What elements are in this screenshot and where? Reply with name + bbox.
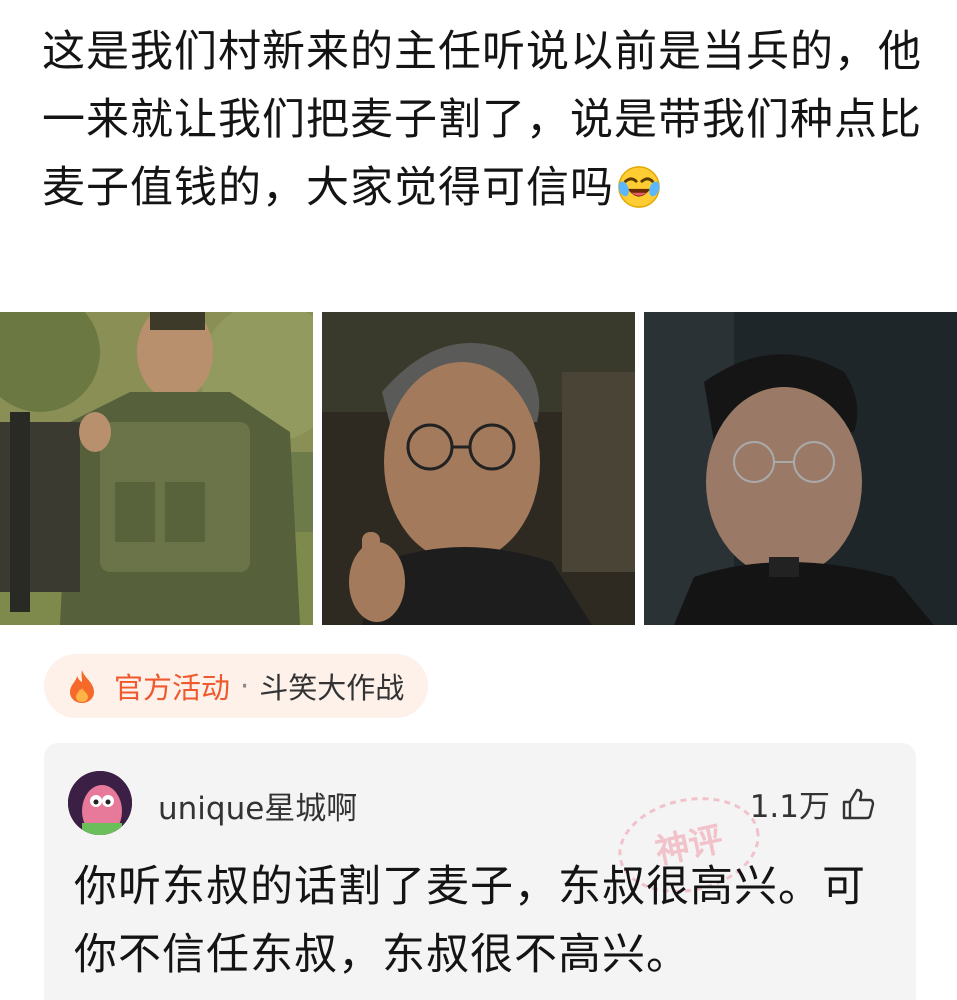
image-soldier[interactable] (0, 312, 313, 625)
laughing-emoji-icon (618, 166, 660, 208)
activity-label: 官方活动 (114, 671, 231, 705)
comment-username[interactable]: unique星城啊 (158, 783, 357, 828)
comment-text: 你听东叔的话割了麦子，东叔很高兴。可你不信任东叔，东叔很不高兴。 (74, 862, 866, 980)
image-man-pointing[interactable] (322, 312, 635, 625)
post-text: 这是我们村新来的主任听说以前是当兵的，他一来就让我们把麦子割了，说是带我们种点比… (42, 18, 922, 222)
like-counter[interactable]: 1.1万 (750, 781, 876, 826)
topic-label: 斗笑大作战 (259, 671, 405, 705)
activity-tag[interactable]: 官方活动 · 斗笑大作战 (44, 654, 429, 718)
avatar[interactable] (68, 771, 132, 835)
fire-icon (70, 670, 94, 703)
image-grid (0, 312, 957, 625)
top-comment-card[interactable]: unique星城啊 神评 1.1万 你听东叔的话割了麦子，东叔很高兴。可你不信任… (44, 743, 916, 1000)
like-count: 1.1万 (749, 789, 830, 825)
image-man-glasses[interactable] (644, 312, 957, 625)
thumbs-up-icon[interactable] (840, 786, 876, 822)
tag-separator: · (240, 669, 250, 703)
post-body: 这是我们村新来的主任听说以前是当兵的，他一来就让我们把麦子割了，说是带我们种点比… (42, 27, 922, 213)
